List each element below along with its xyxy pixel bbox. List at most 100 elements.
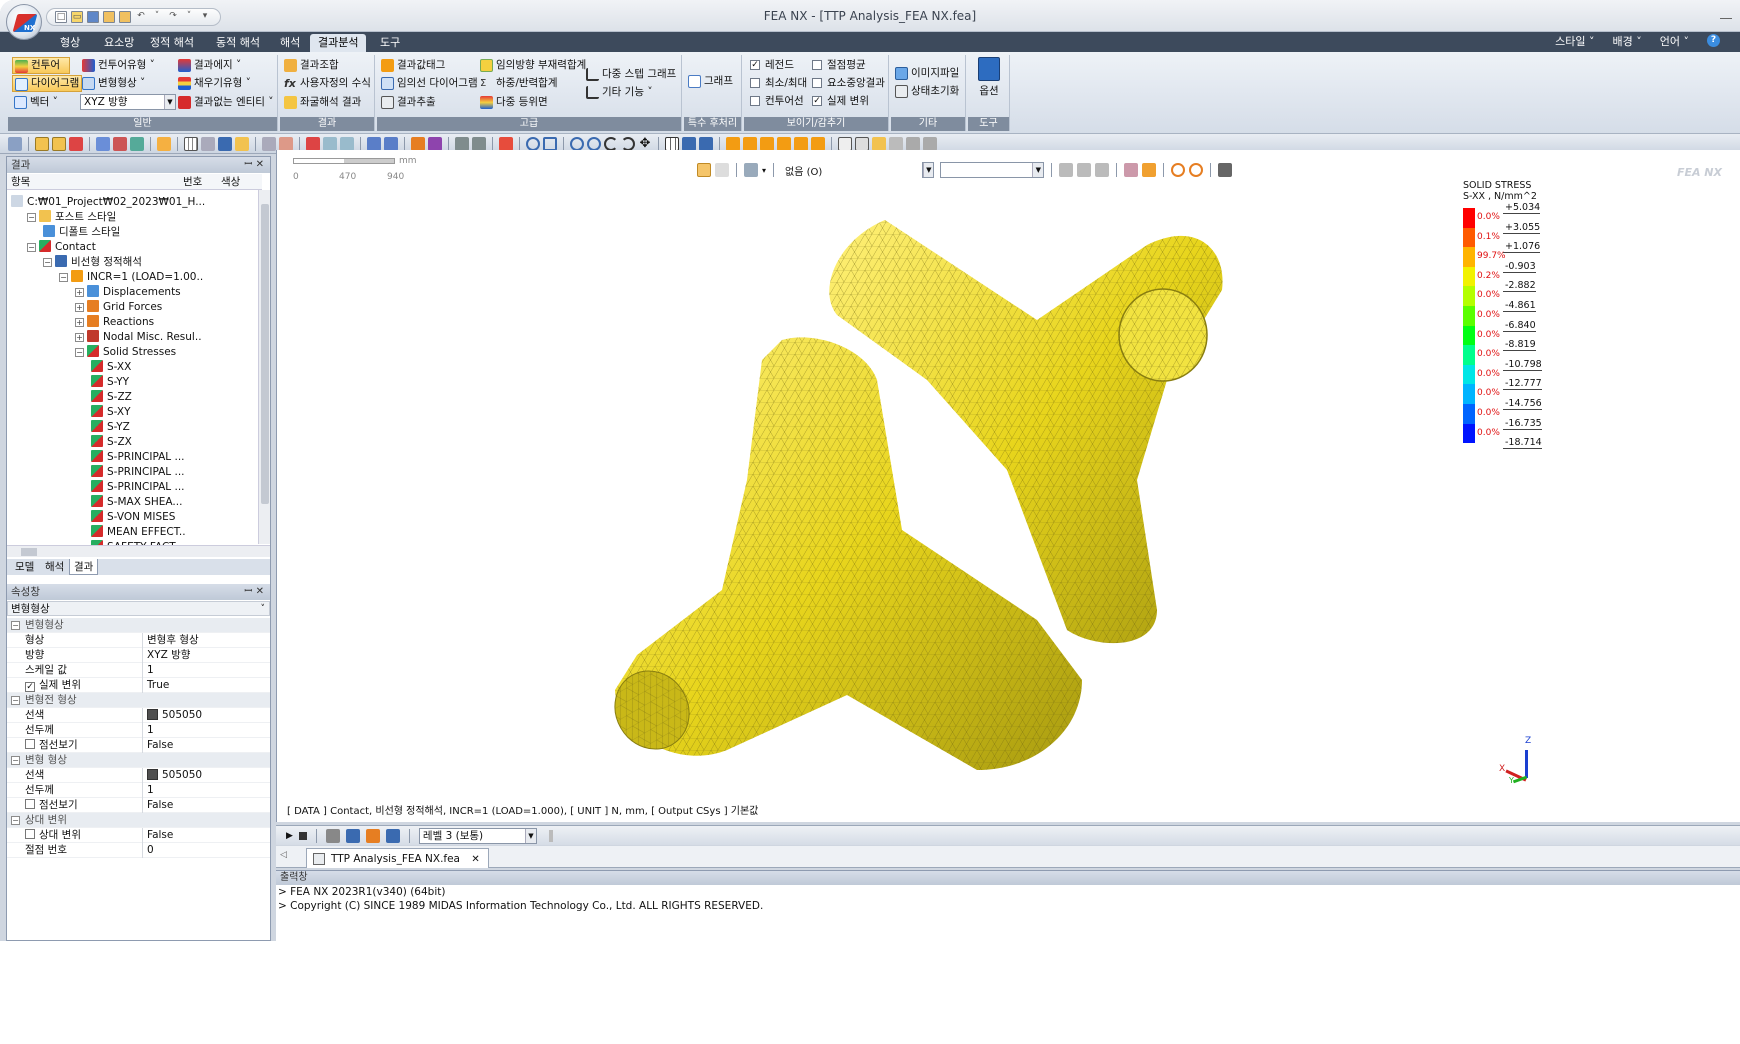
view-right-icon[interactable] [777, 136, 791, 151]
property-row[interactable]: 절점 번호 0 [7, 843, 270, 858]
view-grid-icon[interactable] [665, 136, 679, 151]
tree-node[interactable]: − INCR=1 (LOAD=1.00.. [59, 270, 203, 285]
collapse-toggle-icon[interactable]: − [11, 696, 20, 705]
element-icon[interactable] [340, 136, 354, 151]
options-button[interactable]: 옵션 [972, 57, 1006, 98]
tree-node[interactable]: S-VON MISES [91, 510, 175, 525]
property-checkbox[interactable] [25, 799, 35, 809]
property-row[interactable]: 선두께 1 [7, 783, 270, 798]
fill-type-button[interactable]: 채우기유형 ˅ [176, 75, 251, 92]
member-sum-button[interactable]: 임의방향 부재력합계 [478, 57, 586, 74]
zoom-out-icon[interactable] [587, 136, 601, 151]
legend-checkbox[interactable]: ✓ 레전드 [750, 57, 794, 73]
animation-level-select[interactable]: 레벨 3 (보통) ▼ [418, 827, 537, 844]
transparency-icon[interactable] [889, 136, 903, 151]
filter-icon[interactable] [69, 136, 83, 151]
zoom-window-icon[interactable] [543, 136, 557, 151]
collapse-toggle-icon[interactable]: − [11, 621, 20, 630]
property-row[interactable]: 점선보기 False [7, 738, 270, 753]
expand-toggle-icon[interactable]: − [27, 243, 36, 252]
tab-analysis[interactable]: 해석 [272, 34, 308, 52]
property-row[interactable]: ✓ 실제 변위 True [7, 678, 270, 693]
stop-icon[interactable] [298, 831, 307, 840]
property-value[interactable]: 505050 [142, 768, 202, 783]
shade-icon[interactable] [130, 136, 144, 151]
unlock-icon[interactable] [52, 136, 66, 151]
model-viewport[interactable]: mm 0 470 940 ▾ 없음 (O) ▼ ▼ FEA NX SOLID S… [276, 150, 1740, 822]
property-checkbox[interactable]: ✓ [25, 682, 35, 692]
property-value[interactable]: 1 [142, 783, 154, 798]
tab-static-analysis[interactable]: 정적 해석 [142, 34, 202, 52]
property-value[interactable]: False [142, 828, 173, 843]
close-icon[interactable]: ✕ [471, 854, 479, 865]
property-value[interactable]: XYZ 방향 [142, 648, 190, 663]
tree-node[interactable]: C:₩01_Project₩02_2023₩01_H... [11, 195, 205, 210]
minimize-button[interactable] [1720, 18, 1732, 19]
node-icon[interactable] [323, 136, 337, 151]
no-result-entity-button[interactable]: 결과없는 엔티티 ˅ [176, 94, 274, 111]
edge-icon[interactable] [113, 136, 127, 151]
contour-line-checkbox[interactable]: 컨투어선 [750, 93, 804, 109]
graph-button[interactable]: 그래프 [686, 73, 733, 90]
property-row[interactable]: 선색 505050 [7, 708, 270, 723]
tree-node[interactable]: S-PRINCIPAL ... [91, 450, 185, 465]
arbitrary-diagram-button[interactable]: 임의선 다이어그램 [379, 75, 478, 92]
help-icon[interactable]: ? [1707, 34, 1720, 47]
view-front-icon[interactable] [726, 136, 740, 151]
tab-dynamic-analysis[interactable]: 동적 해석 [208, 34, 268, 52]
result-tag-button[interactable]: 결과값태그 [379, 57, 445, 74]
axis-icon[interactable] [682, 136, 696, 151]
play-icon[interactable]: ▶ [286, 831, 293, 841]
tree-node[interactable]: − Contact [27, 240, 96, 255]
property-row[interactable]: 스케일 값 1 [7, 663, 270, 678]
select-icon[interactable] [8, 136, 22, 151]
expand-toggle-icon[interactable]: − [27, 213, 36, 222]
tree-node[interactable]: S-MAX SHEA... [91, 495, 182, 510]
view-top-icon[interactable] [794, 136, 808, 151]
anim-range-icon[interactable] [365, 828, 380, 843]
style-menu[interactable]: 스타일 ˅ [1555, 34, 1594, 50]
multi-step-graph-button[interactable]: 다중 스텝 그래프 [584, 66, 676, 83]
property-row[interactable]: 선두께 1 [7, 723, 270, 738]
collapse-toggle-icon[interactable]: − [11, 816, 20, 825]
property-value[interactable]: 1 [142, 663, 154, 678]
real-displacement-checkbox[interactable]: ✓ 실제 변위 [812, 93, 869, 109]
view-bottom-icon[interactable] [811, 136, 825, 151]
property-value[interactable]: 1 [142, 723, 154, 738]
light-icon[interactable] [157, 136, 171, 151]
tab-mesh[interactable]: 요소망 [96, 34, 142, 52]
other-functions-button[interactable]: 기타 기능 ˅ [584, 84, 653, 101]
tree-node[interactable]: − 포스트 스타일 [27, 210, 116, 225]
scroll-thumb[interactable] [261, 204, 269, 504]
tree-node[interactable]: S-XX [91, 360, 131, 375]
chevron-left-icon[interactable]: ◁ [280, 850, 287, 860]
app-logo[interactable]: NX [6, 4, 42, 40]
tab-tools[interactable]: 도구 [372, 34, 408, 52]
tree-vertical-scrollbar[interactable] [258, 190, 270, 544]
tree-horizontal-scrollbar[interactable] [7, 545, 270, 557]
hide-icon[interactable] [455, 136, 469, 151]
expand-toggle-icon[interactable]: − [75, 348, 84, 357]
diagram-button[interactable]: 다이어그램 [12, 75, 82, 92]
node-average-checkbox[interactable]: 절점평균 [812, 57, 866, 73]
tree-node[interactable]: 디폴트 스타일 [43, 225, 120, 240]
buckling-result-button[interactable]: 좌굴해석 결과 [282, 94, 361, 111]
document-tab[interactable]: TTP Analysis_FEA NX.fea ✕ [306, 848, 489, 868]
property-row[interactable]: 선색 505050 [7, 768, 270, 783]
snap-icon[interactable] [201, 136, 215, 151]
iso-view-icon[interactable] [838, 136, 852, 151]
capture-icon[interactable] [923, 136, 937, 151]
scroll-thumb[interactable] [21, 548, 37, 556]
tree-node[interactable]: − 비선형 정적해석 [43, 255, 142, 270]
tree-node[interactable]: + Nodal Misc. Resul.. [75, 330, 202, 345]
display-mode-icon[interactable] [855, 136, 869, 151]
collapse-toggle-icon[interactable]: − [11, 756, 20, 765]
property-value[interactable]: False [142, 798, 173, 813]
expand-toggle-icon[interactable]: − [43, 258, 52, 267]
multi-iso-button[interactable]: 다중 등위면 [478, 94, 548, 111]
tree-node[interactable]: − Solid Stresses [75, 345, 176, 360]
tree-node[interactable]: S-PRINCIPAL ... [91, 465, 185, 480]
anim-slider-handle[interactable] [548, 829, 553, 842]
user-formula-button[interactable]: fx 사용자정의 수식 [282, 75, 371, 92]
tree-node[interactable]: + Grid Forces [75, 300, 162, 315]
